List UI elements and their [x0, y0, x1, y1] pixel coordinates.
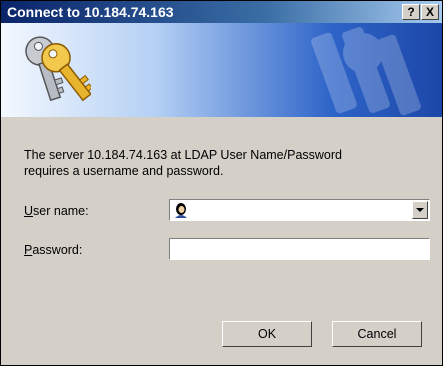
auth-message-line1: The server 10.184.74.163 at LDAP User Na… [24, 148, 342, 162]
password-field[interactable] [169, 238, 430, 260]
user-icon [175, 203, 187, 218]
username-combobox[interactable] [169, 199, 430, 221]
keys-icon [25, 36, 91, 102]
password-label: Password: [24, 243, 82, 257]
username-label-hotkey: U [24, 204, 34, 218]
ok-button[interactable]: OK [222, 321, 312, 347]
dialog-body: The server 10.184.74.163 at LDAP User Na… [1, 117, 442, 365]
auth-message-line2: requires a username and password. [24, 164, 224, 178]
keys-watermark-icon [311, 26, 421, 116]
chevron-down-icon [416, 208, 424, 212]
username-label-rest: ser name: [33, 204, 89, 218]
password-label-rest: assword: [32, 243, 83, 257]
help-button[interactable]: ? [402, 4, 420, 20]
username-label: User name: [24, 204, 89, 218]
title-bar[interactable]: Connect to 10.184.74.163 ? X [1, 1, 442, 23]
dialog-banner [1, 23, 442, 117]
window-title: Connect to 10.184.74.163 [7, 4, 174, 20]
close-button[interactable]: X [421, 4, 439, 20]
login-dialog: Connect to 10.184.74.163 ? X The server … [0, 0, 443, 366]
auth-message: The server 10.184.74.163 at LDAP User Na… [24, 147, 424, 179]
cancel-button[interactable]: Cancel [332, 321, 422, 347]
username-dropdown-button[interactable] [412, 201, 428, 219]
